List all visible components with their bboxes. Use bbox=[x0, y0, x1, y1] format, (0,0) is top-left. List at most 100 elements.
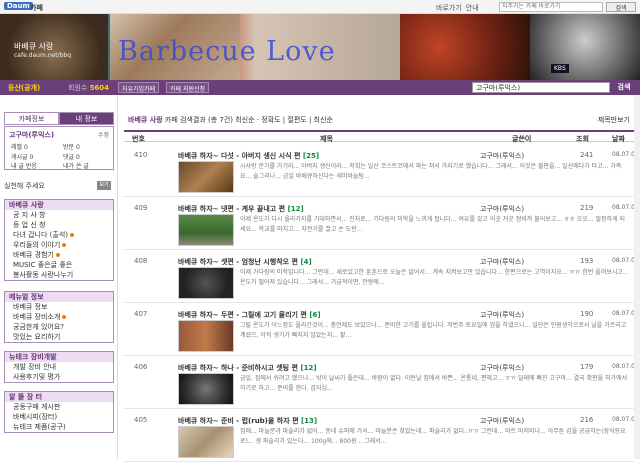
table-header: 번호 제목 글쓴이 조회 날짜 bbox=[124, 130, 634, 143]
menu-box-newtech: 뉴테크 장비개발 개발 장비 안내 사용후기및 평가 bbox=[4, 351, 114, 383]
menu-head-manual[interactable]: 메뉴얼 정보 bbox=[5, 292, 113, 302]
menu-item[interactable]: 맛있는 요리하기 bbox=[5, 332, 113, 342]
my-posts-link[interactable]: 내가 쓴 글 bbox=[63, 161, 89, 170]
col-views: 조회 bbox=[576, 135, 589, 143]
new-dot-icon bbox=[55, 253, 60, 257]
row-title-link[interactable]: 바베큐 하자~ 셋편 - 엄청난 시행착오 편 [4] bbox=[178, 257, 312, 267]
col-date: 날짜 bbox=[612, 135, 625, 143]
row-author[interactable]: 고구마(루익스) bbox=[480, 257, 524, 267]
app-name[interactable]: 카페 bbox=[30, 3, 43, 13]
support-request-button[interactable]: 카페 지원신청 bbox=[166, 82, 210, 93]
row-thumbnail[interactable] bbox=[178, 373, 234, 405]
col-author: 글쓴이 bbox=[512, 135, 532, 143]
menu-item[interactable]: 바베시피(장터) bbox=[5, 412, 113, 422]
row-views: 179 bbox=[580, 363, 594, 371]
sidebar: 카페정보 내 정보 고구마(루익스) 수정 레벨 0 방문 0 게시글 0 댓글… bbox=[0, 95, 118, 459]
cafe-search-button[interactable]: 검색 bbox=[612, 82, 636, 93]
row-author[interactable]: 고구마(루익스) bbox=[480, 204, 524, 214]
stat-visits: 방문 0 bbox=[63, 144, 80, 151]
sort-option[interactable]: 정확도 bbox=[261, 116, 280, 124]
menu-item[interactable]: 우리들의 이야기 bbox=[5, 240, 113, 250]
row-thumbnail[interactable] bbox=[178, 267, 234, 299]
menu-item[interactable]: 등 업 신 청 bbox=[5, 220, 113, 230]
menu-box-bbq-love: 바베큐 사랑 공 지 사 항 등 업 신 청 다녀 갑니다 (출석) 우리들의 … bbox=[4, 199, 114, 281]
recommend-label: 실천해 주세요 bbox=[4, 182, 45, 190]
tab-my-info[interactable]: 내 정보 bbox=[59, 112, 114, 125]
row-author[interactable]: 고구마(루익스) bbox=[480, 310, 524, 320]
tab-cafe-info[interactable]: 카페정보 bbox=[4, 112, 59, 125]
banner-subtitle: 바베큐 사랑 bbox=[14, 42, 54, 51]
row-excerpt: 이제 가다림의 미학입니다... 그런데... 새로있고한 훈훈으로 오늘은 없… bbox=[240, 269, 629, 286]
row-number: 405 bbox=[134, 416, 148, 424]
cafe-shortcut-input[interactable] bbox=[499, 2, 603, 12]
row-title-link[interactable]: 바베큐 하자~ 다섯 - 아버지 생신 시식 편 [25] bbox=[178, 151, 319, 161]
table-row: 405 바베큐 하자~ 준비 - 럽(rub)을 하자 편 [13] 고구마(루… bbox=[124, 410, 639, 462]
cafe-navbar: 등산(공개) 회원수 5604 자유가입카페 카페 지원신청 고구마(루익스) … bbox=[0, 80, 640, 95]
row-number: 406 bbox=[134, 363, 148, 371]
row-thumbnail[interactable] bbox=[178, 161, 234, 193]
row-thumbnail[interactable] bbox=[178, 426, 234, 458]
stat-level: 레벨 0 bbox=[11, 144, 28, 151]
free-join-button[interactable]: 자유가입카페 bbox=[118, 82, 160, 93]
menu-item[interactable]: 봉사활동 사랑나누기 bbox=[5, 270, 113, 280]
menu-item[interactable]: 뉴테크 제품(공구) bbox=[5, 422, 113, 432]
menu-item[interactable]: 바베큐 경험기 bbox=[5, 250, 113, 260]
banner-title: Barbecue Love bbox=[118, 36, 336, 67]
table-row: 409 바베큐 하자~ 넷편 - 계우 끝내고 편 [12] 고구마(루익스) … bbox=[124, 198, 639, 250]
top-link-guide[interactable]: 안내 bbox=[466, 3, 479, 13]
profile-edit-link[interactable]: 수정 bbox=[98, 130, 109, 139]
row-excerpt: 집에... 마늘분과 파슬리가 없어... 동네 슈퍼에 가서... 마늘분은 … bbox=[240, 428, 626, 445]
sort-option[interactable]: 최신순 bbox=[235, 116, 254, 124]
nav-status[interactable]: 등산(공개) bbox=[8, 83, 40, 93]
cafe-search-input[interactable]: 고구마(루익스) bbox=[472, 82, 610, 93]
row-author[interactable]: 고구마(루익스) bbox=[480, 363, 524, 373]
breadcrumb: 바베큐 사랑 카페 검색결과 (총 7건) 최신순 · 정확도 | 절편도 | … bbox=[128, 116, 333, 124]
row-title-link[interactable]: 바베큐 하자~ 하나 - 준비하시고 셋팅 편 [12] bbox=[178, 363, 317, 373]
menu-item[interactable]: 바베큐 장비소개 bbox=[5, 312, 113, 322]
row-thumbnail[interactable] bbox=[178, 320, 234, 352]
sort-option[interactable]: 최신순 bbox=[314, 116, 333, 124]
top-link-shortcut[interactable]: 바로가기 bbox=[436, 3, 462, 13]
new-dot-icon bbox=[70, 233, 74, 237]
col-title: 제목 bbox=[320, 135, 333, 143]
recommend-button[interactable]: 보기 bbox=[97, 181, 111, 190]
new-dot-icon bbox=[62, 243, 67, 247]
row-title-link[interactable]: 바베큐 하자~ 두편 - 그릴에 고기 올리기 편 [6] bbox=[178, 310, 321, 320]
menu-item[interactable]: 개발 장비 안내 bbox=[5, 362, 113, 372]
row-title-link[interactable]: 바베큐 하자~ 준비 - 럽(rub)을 하자 편 [13] bbox=[178, 416, 317, 426]
row-author[interactable]: 고구마(루익스) bbox=[480, 151, 524, 161]
menu-head-newtech[interactable]: 뉴테크 장비개발 bbox=[5, 352, 113, 362]
menu-head-market[interactable]: 알 뜰 장 터 bbox=[5, 392, 113, 402]
top-search-button[interactable]: 검색 bbox=[606, 2, 636, 12]
table-row: 406 바베큐 하자~ 하나 - 준비하시고 셋팅 편 [12] 고구마(루익스… bbox=[124, 357, 639, 409]
row-excerpt: 시사랑 문가를 가기라... 아버지 생신이라... 저희는 일산 코스트코에서… bbox=[240, 163, 622, 180]
menu-item[interactable]: 사용후기및 평가 bbox=[5, 372, 113, 382]
menu-item[interactable]: 궁금한게 있어요? bbox=[5, 322, 113, 332]
profile-name[interactable]: 고구마(루익스) bbox=[9, 130, 54, 140]
row-excerpt: 금일, 집에서 쉬려고 했으나... 밖이 날씨가 좋은데... 바람이 없다.… bbox=[240, 375, 628, 392]
row-excerpt: 이제 온도가 다시 올라가지를 기대하면서... 진처로... 기다림의 미학을… bbox=[240, 216, 626, 233]
menu-item[interactable]: 다녀 갑니다 (출석) bbox=[5, 230, 113, 240]
row-excerpt: 그릴 온도가 어느정도 올라간것이... 충언제도 보았으나... 준비한 고기… bbox=[240, 322, 627, 339]
main-content: 바베큐 사랑 카페 검색결과 (총 7건) 최신순 · 정확도 | 절편도 | … bbox=[124, 95, 639, 462]
menu-head-bbq-love[interactable]: 바베큐 사랑 bbox=[5, 200, 113, 210]
menu-item[interactable]: MUSIC 좋은글 좋은 bbox=[5, 260, 113, 270]
kbs-logo: KBS bbox=[551, 64, 569, 73]
menu-item[interactable]: 공 지 사 항 bbox=[5, 210, 113, 220]
menu-box-market: 알 뜰 장 터 공동구매 게시판 바베시피(장터) 뉴테크 제품(공구) bbox=[4, 391, 114, 433]
my-reactions-link[interactable]: 내 글 반응 bbox=[11, 161, 37, 170]
row-thumbnail[interactable] bbox=[178, 214, 234, 246]
menu-item[interactable]: 공동구매 게시판 bbox=[5, 402, 113, 412]
menu-item[interactable]: 바베큐 정보 bbox=[5, 302, 113, 312]
row-views: 219 bbox=[580, 204, 594, 212]
title-only-toggle[interactable]: 제목만보기 bbox=[598, 115, 630, 125]
new-dot-icon bbox=[62, 315, 67, 319]
sort-option[interactable]: 절편도 bbox=[287, 116, 306, 124]
cafe-name-link[interactable]: 바베큐 사랑 bbox=[128, 116, 163, 124]
row-author[interactable]: 고구마(루익스) bbox=[480, 416, 524, 426]
page-scrollbar[interactable] bbox=[634, 95, 640, 459]
member-count: 회원수 5604 bbox=[68, 84, 110, 92]
search-result-label: 카페 검색결과 (총 7건) bbox=[164, 116, 233, 124]
row-title-link[interactable]: 바베큐 하자~ 넷편 - 계우 끝내고 편 [12] bbox=[178, 204, 304, 214]
daum-logo[interactable]: Daum bbox=[4, 2, 33, 10]
